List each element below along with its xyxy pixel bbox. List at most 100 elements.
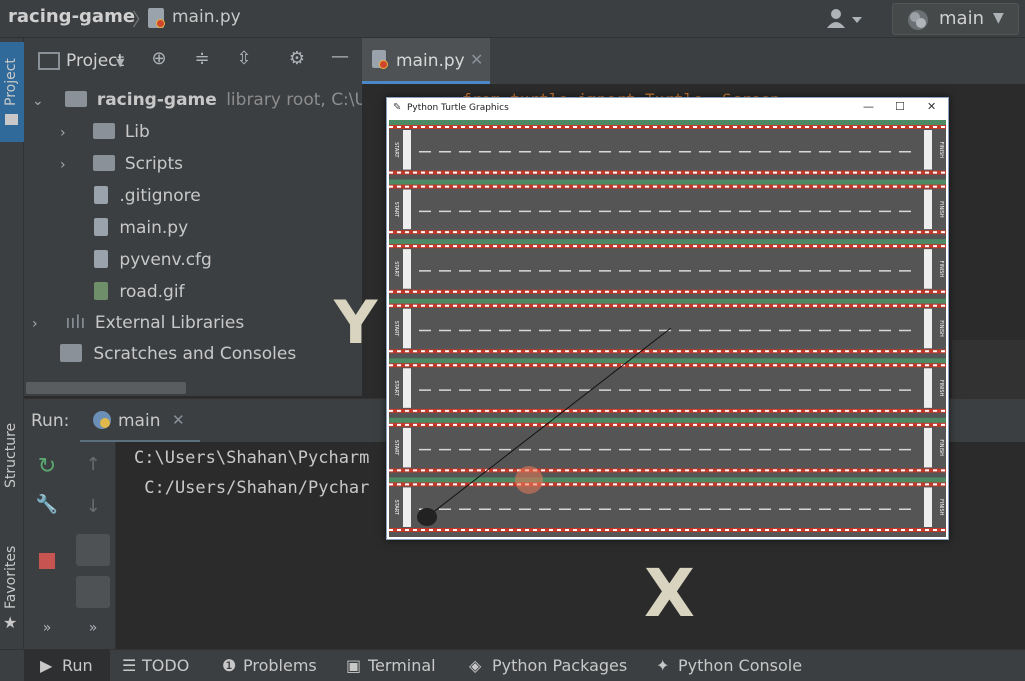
tree-item-scratches[interactable]: Scratches and Consoles [60, 344, 296, 364]
stop-icon[interactable] [39, 553, 55, 569]
gear-icon[interactable]: ⚙ [284, 48, 310, 69]
dropdown-arrow-icon[interactable]: ▼ [116, 56, 124, 69]
project-tree: ⌄ racing-game library root, C:\Us › Lib … [24, 84, 376, 396]
feather-icon: ✎ [393, 102, 402, 113]
turtle-graphics-window[interactable]: ✎ Python Turtle Graphics — ☐ ✕ START FINI… [386, 97, 949, 540]
breadcrumb-file[interactable]: main.py [172, 7, 241, 27]
info-icon: ❶ [222, 656, 237, 675]
structure-tool-tab[interactable]: Structure [0, 408, 24, 518]
tree-item-scripts[interactable]: › Scripts [60, 154, 183, 174]
hide-panel-icon[interactable]: — [327, 46, 353, 67]
todo-tab-label: TODO [142, 656, 190, 675]
tree-item-main-py[interactable]: main.py [94, 218, 188, 238]
breadcrumb-project[interactable]: racing-game [8, 6, 135, 27]
more-icon[interactable]: » [80, 620, 106, 636]
finish-checker [924, 368, 932, 408]
wrench-icon[interactable]: 🔧 [34, 494, 60, 515]
python-packages-tool-tab[interactable]: ◈ Python Packages [469, 650, 639, 681]
chevron-right-icon: › [32, 316, 38, 332]
close-icon[interactable]: ✕ [927, 100, 936, 113]
run-config-tab[interactable]: main ✕ [80, 399, 200, 443]
more-icon[interactable]: » [34, 620, 60, 636]
problems-tool-tab[interactable]: ❶ Problems [222, 650, 332, 681]
project-panel-header: Project ▼ ⊕ ≑ ⇳ ⚙ — [24, 38, 362, 84]
run-tool-tab[interactable]: ▶ Run [24, 650, 110, 681]
editor-tab-bar: main.py ✕ [362, 38, 1025, 84]
start-checker [403, 368, 411, 408]
folder-icon [65, 91, 88, 107]
chevron-right-icon: › [60, 125, 66, 141]
tree-item-external-libraries[interactable]: › ıılı External Libraries [32, 312, 244, 333]
tree-item-road-gif[interactable]: road.gif [94, 282, 185, 302]
user-icon [827, 9, 862, 28]
image-file-icon [94, 282, 108, 300]
play-icon: ▶ [40, 656, 53, 675]
finish-label: FINISH [938, 261, 944, 278]
python-logo-icon [907, 9, 929, 35]
navigation-bar: racing-game 〉 main.py main ▼ [0, 0, 1025, 38]
finish-checker [924, 189, 932, 230]
branch-selector[interactable]: main ▼ [892, 3, 1019, 35]
tree-item-label: Scratches and Consoles [93, 344, 297, 364]
start-checker [403, 189, 411, 230]
start-label: START [393, 202, 399, 218]
minimize-icon[interactable]: — [863, 100, 874, 113]
soft-wrap-icon[interactable] [76, 534, 110, 566]
finish-label: FINISH [938, 201, 944, 218]
packages-tab-label: Python Packages [492, 656, 628, 675]
finish-checker [924, 249, 932, 289]
problems-tab-label: Problems [243, 656, 317, 675]
scroll-to-end-icon[interactable] [76, 576, 110, 608]
tree-item-label: pyvenv.cfg [119, 250, 212, 270]
todo-tool-tab[interactable]: ☰ TODO [122, 650, 202, 681]
expand-all-icon[interactable]: ≑ [189, 48, 215, 69]
tree-item-label: Lib [124, 122, 150, 142]
tree-item-hint: library root, C:\Us [226, 90, 376, 110]
branch-label: main [939, 8, 984, 29]
arrow-down-icon[interactable]: ↓ [80, 496, 106, 517]
project-tab-label: Project [3, 58, 19, 106]
horizontal-scrollbar[interactable] [26, 382, 186, 394]
race-track-canvas[interactable]: START FINISH START FINISH START FINISH START FI… [389, 120, 946, 537]
tree-item-gitignore[interactable]: .gitignore [94, 186, 201, 206]
folder-icon [5, 114, 18, 125]
favorites-tab-label: Favorites [3, 545, 19, 609]
tree-item-lib[interactable]: › Lib [60, 122, 150, 142]
run-config-label: main [118, 411, 161, 431]
user-account-button[interactable] [826, 8, 866, 30]
maximize-icon[interactable]: ☐ [895, 100, 905, 113]
close-tab-icon[interactable]: ✕ [172, 411, 185, 429]
locate-target-icon[interactable]: ⊕ [146, 48, 172, 69]
finish-checker [924, 427, 932, 468]
close-tab-icon[interactable]: ✕ [470, 50, 483, 69]
python-file-icon [94, 218, 108, 236]
text-file-icon [94, 250, 108, 268]
output-line: C:/Users/Shahan/Pychar [134, 478, 370, 498]
list-icon: ☰ [122, 656, 137, 675]
python-logo-icon [92, 410, 112, 434]
finish-checker [924, 130, 932, 170]
start-checker [403, 130, 411, 170]
collapse-all-icon[interactable]: ⇳ [231, 48, 257, 69]
python-console-tool-tab[interactable]: ✦ Python Console [656, 650, 816, 681]
rerun-icon[interactable]: ↻ [34, 454, 60, 479]
console-tab-label: Python Console [678, 656, 803, 675]
favorites-tool-tab[interactable]: Favorites ★ [0, 533, 24, 633]
arrow-up-icon[interactable]: ↑ [80, 454, 106, 475]
start-checker [403, 249, 411, 289]
tree-item-pyvenv[interactable]: pyvenv.cfg [94, 250, 212, 270]
finish-label: FINISH [938, 439, 944, 456]
x-axis-label: X [644, 555, 695, 632]
y-axis-label: Y [334, 288, 378, 358]
terminal-tool-tab[interactable]: ▣ Terminal [346, 650, 456, 681]
lane-divider [389, 120, 946, 125]
start-label: START [393, 380, 399, 396]
start-label: START [393, 321, 399, 337]
chevron-down-icon: ⌄ [32, 93, 44, 109]
left-tool-strip: Project Structure Favorites ★ [0, 38, 24, 649]
editor-tab-main-py[interactable]: main.py ✕ [362, 38, 490, 84]
window-title-bar[interactable]: ✎ Python Turtle Graphics — ☐ ✕ [387, 98, 948, 118]
star-icon: ★ [3, 613, 18, 632]
project-tool-tab[interactable]: Project [0, 42, 24, 142]
tree-item-root[interactable]: ⌄ racing-game library root, C:\Us [32, 90, 376, 110]
